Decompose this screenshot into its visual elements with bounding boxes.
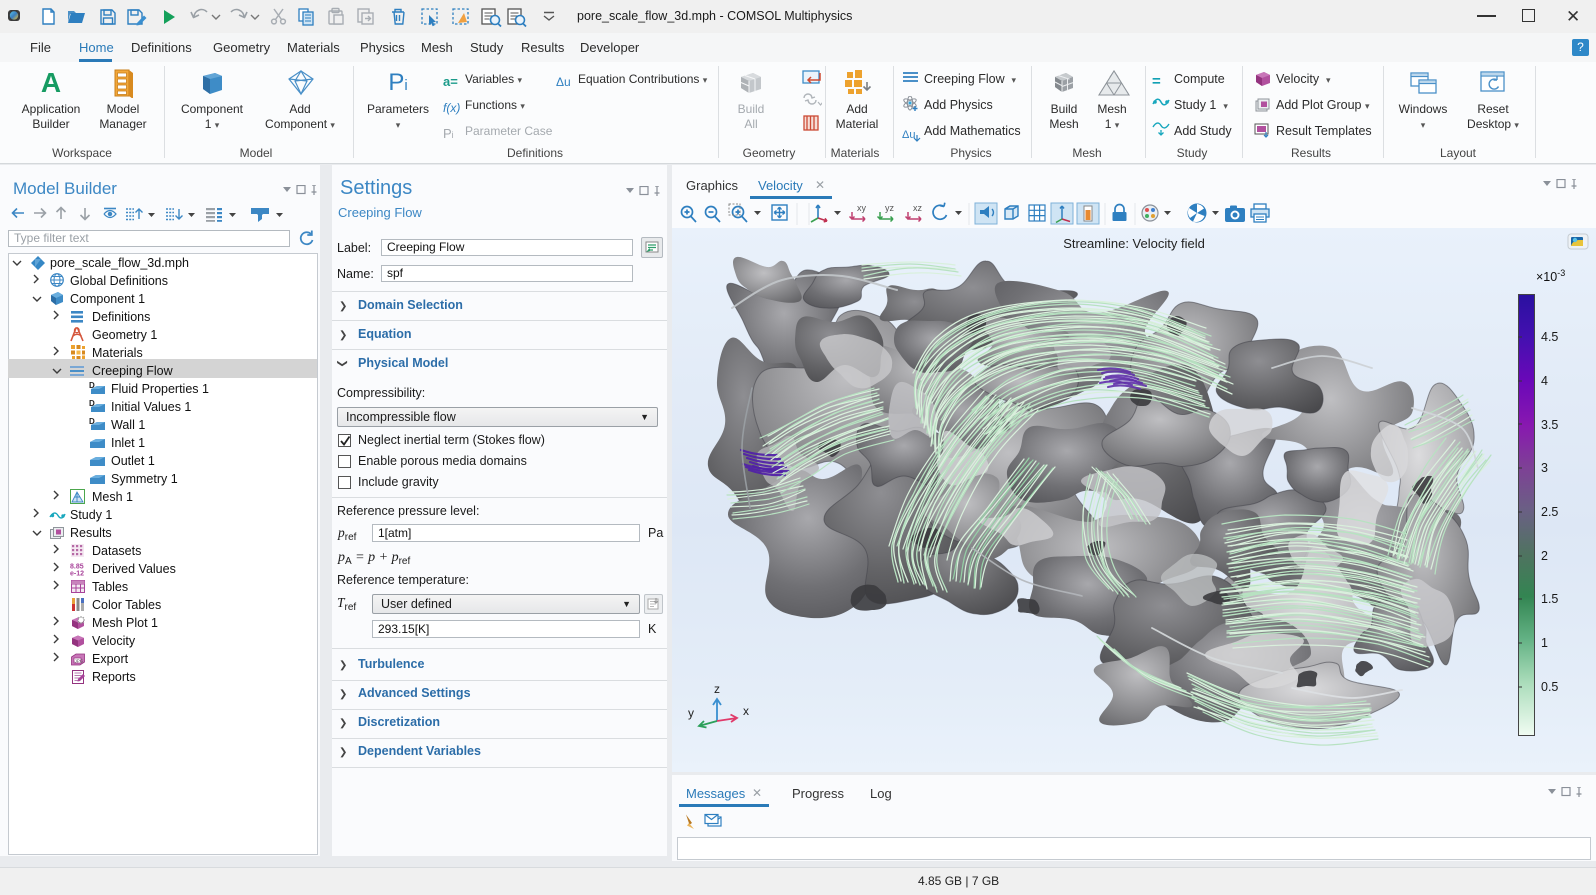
svg-text:e-12: e-12 xyxy=(70,571,84,578)
svg-text:x: x xyxy=(743,704,749,718)
svg-text:xy: xy xyxy=(857,203,867,213)
svg-text:8.85: 8.85 xyxy=(70,564,84,571)
svg-text:yz: yz xyxy=(885,203,895,213)
svg-text:y: y xyxy=(688,706,694,720)
svg-text:z: z xyxy=(714,682,720,696)
svg-text:xz: xz xyxy=(913,203,923,213)
svg-text:JPG: JPG xyxy=(75,659,84,664)
